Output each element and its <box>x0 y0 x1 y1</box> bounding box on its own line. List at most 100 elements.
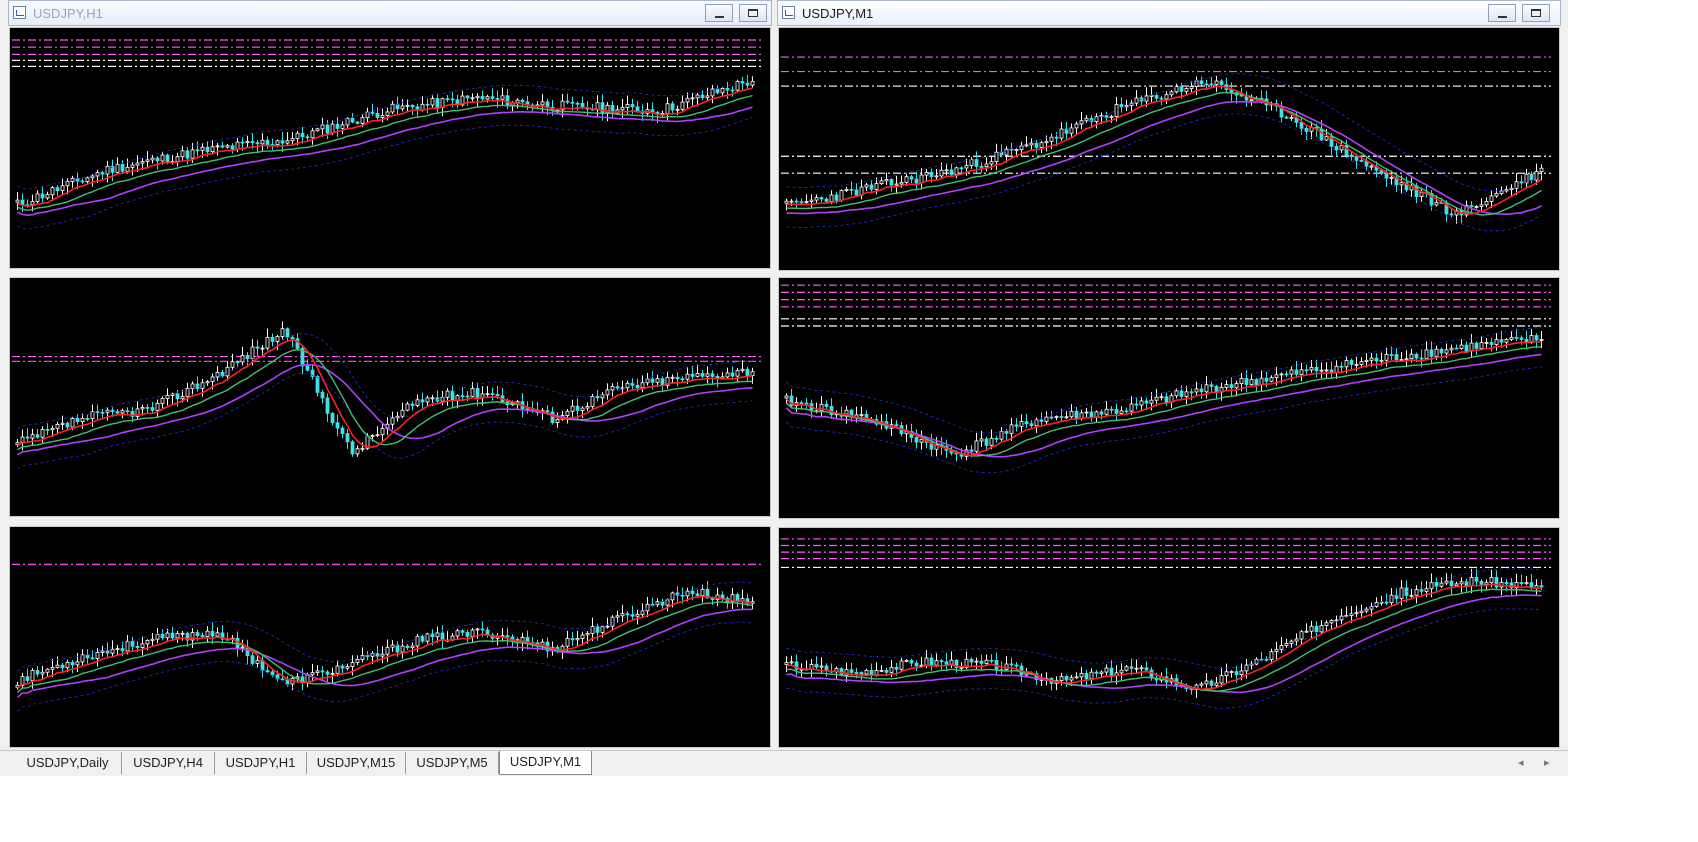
window-titlebar-h1[interactable]: USDJPY,H1 <box>8 0 772 26</box>
tab-usdjpy-h1[interactable]: USDJPY,H1 <box>215 752 307 774</box>
candle-body <box>1484 582 1489 585</box>
candle-body <box>1304 369 1309 372</box>
candle-body <box>989 659 994 662</box>
candle-body <box>400 645 405 653</box>
candle-body <box>605 625 610 628</box>
candle-body <box>295 132 300 140</box>
candle-body <box>120 410 125 414</box>
tab-usdjpy-m5[interactable]: USDJPY,M5 <box>406 752 499 774</box>
candle-body <box>575 102 580 105</box>
candle-body <box>1139 667 1144 670</box>
candle-body <box>1479 342 1484 349</box>
candle-body <box>175 156 180 162</box>
candle-body <box>929 171 934 178</box>
candle-body <box>170 632 175 639</box>
candle-body <box>1434 348 1439 357</box>
candle-body <box>914 437 919 443</box>
candle-body <box>40 193 45 199</box>
candle-body <box>1389 354 1394 356</box>
candle-body <box>270 336 275 342</box>
candle-body <box>470 388 475 397</box>
candle-body <box>30 434 35 439</box>
candle-body <box>1079 673 1084 678</box>
tab-usdjpy-m1[interactable]: USDJPY,M1 <box>499 751 592 775</box>
candle-body <box>210 630 215 637</box>
tab-usdjpy-m15[interactable]: USDJPY,M15 <box>307 752 406 774</box>
candle-body <box>844 188 849 191</box>
candle-body <box>944 169 949 172</box>
candle-body <box>405 104 410 107</box>
candle-body <box>590 395 595 407</box>
candle-body <box>1474 206 1479 208</box>
candle-body <box>794 200 799 203</box>
candle-body <box>1534 171 1539 181</box>
price-chart-pane-5[interactable] <box>9 526 771 748</box>
candle-body <box>105 409 110 413</box>
candle-body <box>720 594 725 599</box>
candle-body <box>50 666 55 670</box>
candle-body <box>1074 410 1079 419</box>
price-chart-pane-3[interactable] <box>9 277 771 517</box>
candle-body <box>450 98 455 101</box>
candle-body <box>879 180 884 184</box>
candle-body <box>365 111 370 119</box>
candle-body <box>125 166 130 172</box>
candle-body <box>1364 359 1369 362</box>
scroll-right-icon[interactable]: ▸ <box>1544 756 1550 769</box>
candle-body <box>685 373 690 380</box>
maximize-icon[interactable] <box>1522 4 1550 22</box>
candle-body <box>1099 671 1104 674</box>
candle-body <box>465 631 470 637</box>
candle-body <box>1529 173 1534 181</box>
candle-body <box>155 402 160 411</box>
candle-body <box>115 411 120 414</box>
candle-body <box>630 614 635 617</box>
candle-body <box>435 98 440 108</box>
candle-body <box>1309 625 1314 632</box>
price-chart-pane-6[interactable] <box>778 527 1560 748</box>
candle-body <box>1059 676 1064 682</box>
moving-average-line <box>785 353 1542 458</box>
candle-body <box>320 124 325 130</box>
candle-body <box>720 87 725 94</box>
moving-average-line <box>786 85 1542 215</box>
candle-body <box>1169 91 1174 96</box>
candle-body <box>834 194 839 201</box>
candle-body <box>1304 127 1309 132</box>
maximize-icon[interactable] <box>739 4 767 22</box>
minimize-icon[interactable] <box>1488 4 1516 22</box>
candle-body <box>1469 577 1474 587</box>
candle-body <box>1314 366 1319 372</box>
window-titlebar-m1[interactable]: USDJPY,M1 <box>777 0 1561 26</box>
candle-body <box>1354 612 1359 615</box>
candle-body <box>864 184 869 188</box>
candle-body <box>1384 601 1389 604</box>
candle-body <box>475 95 480 99</box>
scroll-left-icon[interactable]: ◂ <box>1518 756 1524 769</box>
candle-body <box>690 590 695 595</box>
price-chart-h1[interactable] <box>9 27 771 269</box>
candle-body <box>949 169 954 176</box>
candle-body <box>700 588 705 596</box>
chart-canvas <box>781 56 1551 232</box>
tab-usdjpy-daily[interactable]: USDJPY,Daily <box>14 752 122 774</box>
candle-body <box>1254 379 1259 386</box>
candle-body <box>1104 408 1109 415</box>
tab-usdjpy-h4[interactable]: USDJPY,H4 <box>122 752 215 774</box>
candle-body <box>904 176 909 183</box>
candle-body <box>819 665 824 668</box>
candle-body <box>1504 582 1509 584</box>
candle-body <box>645 603 650 612</box>
price-chart-pane-4[interactable] <box>778 277 1560 519</box>
price-chart-m1[interactable] <box>778 27 1560 271</box>
candle-body <box>40 671 45 675</box>
candle-body <box>989 437 994 446</box>
minimize-icon[interactable] <box>705 4 733 22</box>
chart-canvas <box>12 39 762 230</box>
candle-body <box>1299 369 1304 375</box>
candle-body <box>1054 416 1059 418</box>
candle-body <box>385 646 390 655</box>
candle-body <box>1239 670 1244 675</box>
chart-canvas <box>12 321 762 470</box>
candle-body <box>365 655 370 657</box>
